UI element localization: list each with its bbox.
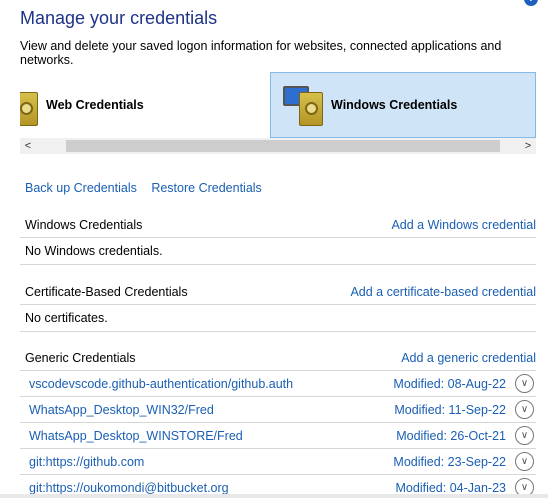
section-title: Generic Credentials	[25, 351, 136, 365]
list-item[interactable]: WhatsApp_Desktop_WINSTORE/Fred Modified:…	[20, 423, 536, 449]
empty-message: No certificates.	[25, 311, 108, 325]
backup-credentials-link[interactable]: Back up Credentials	[25, 181, 137, 195]
add-windows-credential-link[interactable]: Add a Windows credential	[391, 218, 536, 232]
scroll-left-icon[interactable]: <	[20, 138, 36, 154]
credential-name[interactable]: git:https://oukomondi@bitbucket.org	[29, 481, 229, 495]
horizontal-scrollbar[interactable]: < >	[20, 138, 536, 154]
list-item[interactable]: git:https://github.com Modified: 23-Sep-…	[20, 449, 536, 475]
page-subtitle: View and delete your saved logon informa…	[20, 39, 502, 67]
chevron-down-icon[interactable]: ∨	[515, 400, 534, 419]
chevron-down-icon[interactable]: ∨	[515, 452, 534, 471]
generic-credentials-header: Generic Credentials Add a generic creden…	[25, 346, 536, 370]
credential-name[interactable]: WhatsApp_Desktop_WIN32/Fred	[29, 403, 214, 417]
credential-type-selector: Web Credentials Windows Credentials	[20, 72, 536, 138]
windows-credentials-header: Windows Credentials Add a Windows creden…	[25, 213, 536, 237]
certificate-credentials-header: Certificate-Based Credentials Add a cert…	[25, 280, 536, 304]
scrollbar-thumb[interactable]	[66, 140, 500, 152]
list-item[interactable]: vscodevscode.github-authentication/githu…	[20, 371, 536, 397]
credential-name[interactable]: WhatsApp_Desktop_WINSTORE/Fred	[29, 429, 243, 443]
empty-message: No Windows credentials.	[25, 244, 163, 258]
windows-vault-icon	[283, 84, 327, 126]
windows-credentials-list: No Windows credentials.	[20, 237, 536, 265]
help-icon[interactable]: ?	[524, 0, 538, 6]
section-title: Windows Credentials	[25, 218, 143, 232]
web-credentials-label: Web Credentials	[46, 98, 144, 112]
backup-restore-links: Back up Credentials Restore Credentials	[25, 179, 272, 197]
certificate-credentials-list: No certificates.	[20, 304, 536, 332]
windows-credentials-label: Windows Credentials	[331, 98, 458, 112]
add-generic-credential-link[interactable]: Add a generic credential	[401, 351, 536, 365]
restore-credentials-link[interactable]: Restore Credentials	[151, 181, 261, 195]
credential-name[interactable]: git:https://github.com	[29, 455, 144, 469]
chevron-down-icon[interactable]: ∨	[515, 426, 534, 445]
generic-credentials-list: vscodevscode.github-authentication/githu…	[20, 370, 536, 498]
modified-date: Modified: 11-Sep-22	[394, 403, 506, 417]
credential-name[interactable]: vscodevscode.github-authentication/githu…	[29, 377, 293, 391]
web-credentials-tile[interactable]: Web Credentials	[20, 72, 270, 138]
windows-credentials-tile[interactable]: Windows Credentials	[270, 72, 536, 138]
modified-date: Modified: 08-Aug-22	[393, 377, 506, 391]
modified-date: Modified: 23-Sep-22	[393, 455, 506, 469]
scroll-right-icon[interactable]: >	[520, 138, 536, 154]
page-title: Manage your credentials	[20, 8, 218, 28]
list-item[interactable]: WhatsApp_Desktop_WIN32/Fred Modified: 11…	[20, 397, 536, 423]
chevron-down-icon[interactable]: ∨	[515, 374, 534, 393]
vault-icon	[20, 84, 42, 126]
section-title: Certificate-Based Credentials	[25, 285, 188, 299]
add-certificate-credential-link[interactable]: Add a certificate-based credential	[350, 285, 536, 299]
bottom-edge	[0, 494, 548, 498]
modified-date: Modified: 04-Jan-23	[395, 481, 506, 495]
modified-date: Modified: 26-Oct-21	[396, 429, 506, 443]
